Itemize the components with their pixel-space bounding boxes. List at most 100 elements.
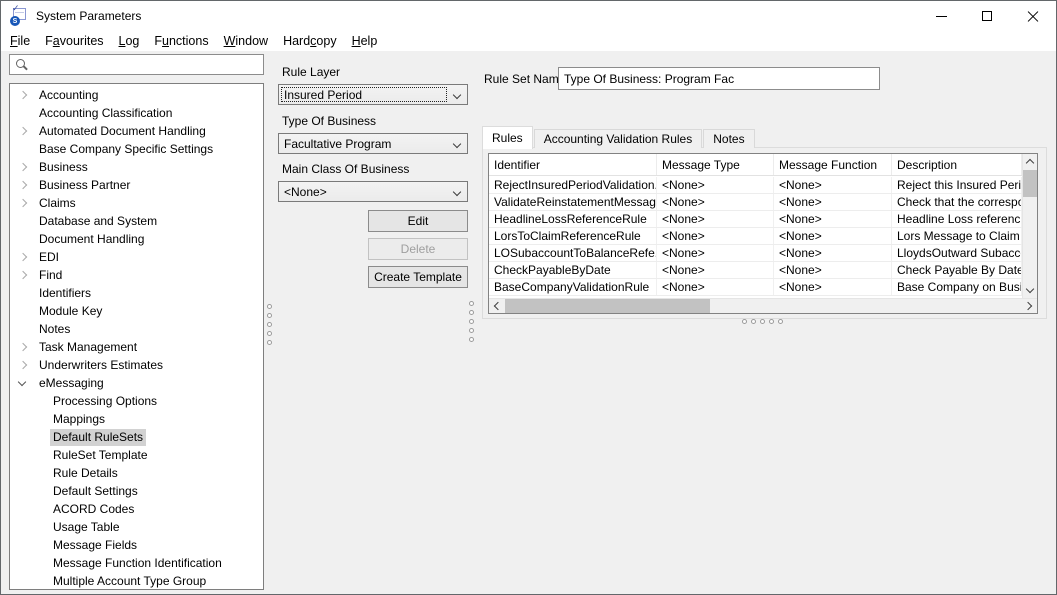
table-cell: <None> [774,194,892,210]
chevron-right-icon[interactable] [16,89,29,102]
search-input[interactable] [28,58,263,72]
column-header-description[interactable]: Description [892,154,1022,175]
tree-item-identifiers[interactable]: Identifiers [10,284,263,302]
tree-item-label: eMessaging [36,375,107,392]
system-parameters-window: ✓ S System Parameters FileFavouritesLogF… [0,0,1057,595]
delete-button[interactable]: Delete [368,238,468,260]
grip-dot [267,331,272,336]
vertical-scrollbar-thumb[interactable] [1023,170,1037,197]
main-class-of-business-combobox[interactable]: <None> [278,181,468,202]
horizontal-scrollbar-thumb[interactable] [505,299,710,313]
tree-item-message-fields[interactable]: Message Fields [10,536,263,554]
table-row[interactable]: LOSubaccountToBalanceRefe...<None><None>… [489,245,1022,262]
tree-item-underwriters-estimates[interactable]: Underwriters Estimates [10,356,263,374]
table-row[interactable]: ValidateReinstatementMessage<None><None>… [489,194,1022,211]
menu-item-window[interactable]: Window [224,34,268,48]
chevron-right-icon[interactable] [16,341,29,354]
rule-layer-combobox[interactable]: Insured Period [278,84,468,105]
tab-rules[interactable]: Rules [482,126,533,149]
tree-item-multiple-account-type-group[interactable]: Multiple Account Type Group [10,572,263,590]
grip-dot [469,310,474,315]
chevron-right-icon[interactable] [16,161,29,174]
type-of-business-label: Type Of Business [282,114,376,128]
tree-item-business-partner[interactable]: Business Partner [10,176,263,194]
column-header-message-type[interactable]: Message Type [657,154,774,175]
chevron-right-icon[interactable] [16,197,29,210]
expander-spacer [30,449,43,462]
menu-item-functions[interactable]: Functions [154,34,208,48]
tree-item-processing-options[interactable]: Processing Options [10,392,263,410]
tree-item-accounting-classification[interactable]: Accounting Classification [10,104,263,122]
column-header-message-function[interactable]: Message Function [774,154,892,175]
vertical-splitter-right-grip[interactable] [469,301,474,342]
tree-item-message-function-identification[interactable]: Message Function Identification [10,554,263,572]
tab-accounting-validation-rules[interactable]: Accounting Validation Rules [534,129,703,148]
table-row[interactable]: BaseCompanyValidationRule<None><None>Bas… [489,279,1022,296]
menu-item-log[interactable]: Log [119,34,140,48]
tree-item-automated-document-handling[interactable]: Automated Document Handling [10,122,263,140]
maximize-icon [982,11,992,21]
tree-item-emessaging[interactable]: eMessaging [10,374,263,392]
chevron-right-icon [1024,302,1032,310]
tree-item-database-and-system[interactable]: Database and System [10,212,263,230]
tree-item-ruleset-template[interactable]: RuleSet Template [10,446,263,464]
tree-item-accounting[interactable]: Accounting [10,86,263,104]
scroll-right-button[interactable] [1022,299,1037,313]
rule-set-name-input[interactable] [558,67,880,90]
chevron-right-icon[interactable] [16,179,29,192]
vertical-splitter-left-grip[interactable] [267,304,272,345]
close-button[interactable] [1010,1,1056,31]
horizontal-splitter-grip[interactable] [742,319,783,324]
menu-item-file[interactable]: File [10,34,30,48]
tree-item-default-rulesets[interactable]: Default RuleSets [10,428,263,446]
tree-item-usage-table[interactable]: Usage Table [10,518,263,536]
table-cell: <None> [774,262,892,278]
parameters-tree: AccountingAccounting ClassificationAutom… [9,83,264,590]
tree-item-edi[interactable]: EDI [10,248,263,266]
tree-item-module-key[interactable]: Module Key [10,302,263,320]
tree-item-acord-codes[interactable]: ACORD Codes [10,500,263,518]
tab-notes[interactable]: Notes [703,129,754,148]
tree-item-claims[interactable]: Claims [10,194,263,212]
table-row[interactable]: RejectInsuredPeriodValidation...<None><N… [489,177,1022,194]
chevron-down-icon[interactable] [16,377,29,390]
table-cell: Check Payable By Date [892,262,1022,278]
table-row[interactable]: HeadlineLossReferenceRule<None><None>Hea… [489,211,1022,228]
rules-table: IdentifierMessage TypeMessage FunctionDe… [488,153,1038,314]
edit-button[interactable]: Edit [368,210,468,232]
app-icon-s-badge: S [10,16,20,26]
minimize-button[interactable] [918,1,964,31]
menu-item-favourites[interactable]: Favourites [45,34,103,48]
create-template-button[interactable]: Create Template [368,266,468,288]
menu-item-hardcopy[interactable]: Hardcopy [283,34,337,48]
chevron-right-icon[interactable] [16,251,29,264]
chevron-right-icon[interactable] [16,359,29,372]
tree-item-notes[interactable]: Notes [10,320,263,338]
window-controls [918,1,1056,31]
grip-dot [267,322,272,327]
tree-item-default-settings[interactable]: Default Settings [10,482,263,500]
scroll-down-button[interactable] [1023,283,1037,298]
table-cell: Lors Message to Claim R [892,228,1022,244]
tree-item-rule-details[interactable]: Rule Details [10,464,263,482]
table-row[interactable]: CheckPayableByDate<None><None>Check Paya… [489,262,1022,279]
tree-item-mappings[interactable]: Mappings [10,410,263,428]
scroll-left-button[interactable] [489,299,504,313]
tree-item-task-management[interactable]: Task Management [10,338,263,356]
table-cell: Headline Loss referencin [892,211,1022,227]
scroll-up-button[interactable] [1023,154,1037,169]
type-of-business-combobox[interactable]: Facultative Program [278,133,468,154]
table-cell: Base Company on Busin [892,279,1022,295]
chevron-right-icon[interactable] [16,269,29,282]
maximize-button[interactable] [964,1,1010,31]
menu-item-help[interactable]: Help [352,34,378,48]
tree-item-find[interactable]: Find [10,266,263,284]
minimize-icon [936,16,947,17]
tree-item-business[interactable]: Business [10,158,263,176]
chevron-right-icon[interactable] [16,125,29,138]
expander-spacer [16,215,29,228]
column-header-identifier[interactable]: Identifier [489,154,657,175]
tree-item-base-company-specific-settings[interactable]: Base Company Specific Settings [10,140,263,158]
tree-item-document-handling[interactable]: Document Handling [10,230,263,248]
table-row[interactable]: LorsToClaimReferenceRule<None><None>Lors… [489,228,1022,245]
